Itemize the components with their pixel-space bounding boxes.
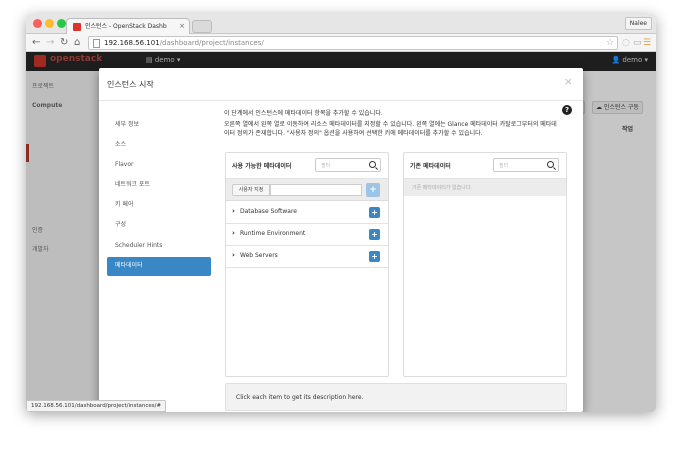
tab-title: 인스턴스 - OpenStack Dashb	[85, 23, 167, 30]
step-configuration[interactable]: 구성	[107, 216, 211, 234]
modal-close-icon[interactable]: ×	[564, 75, 573, 88]
existing-metadata-list: 기존 메타데이터가 없습니다.	[404, 179, 566, 196]
zoom-window-button[interactable]	[57, 19, 66, 28]
openstack-favicon-icon	[73, 23, 81, 31]
namespace-runtime-environment[interactable]: › Runtime Environment +	[226, 224, 388, 246]
project-menu[interactable]: ▤ demo ▾	[146, 56, 180, 64]
modal-title: 인스턴스 시작	[107, 80, 154, 89]
menu-icon[interactable]: ☰	[643, 36, 651, 50]
reload-icon[interactable]: ↻	[60, 35, 68, 51]
custom-key-input[interactable]	[270, 184, 362, 196]
custom-metadata-row: 사용자 지정 +	[226, 179, 388, 201]
search-icon-handle	[552, 167, 557, 171]
help-icon[interactable]: ?	[562, 105, 572, 115]
available-metadata-title: 사용 가능한 메타데이터	[232, 163, 292, 170]
browser-tab[interactable]: 인스턴스 - OpenStack Dashb ×	[66, 18, 190, 34]
sidebar-active-marker	[26, 144, 29, 162]
browser-toolbar: ← → ↻ ⌂ 192.168.56.101/dashboard/project…	[26, 34, 656, 52]
namespace-database-software[interactable]: › Database Software +	[226, 202, 388, 224]
minimize-window-button[interactable]	[45, 19, 54, 28]
namespace-web-servers[interactable]: › Web Servers +	[226, 246, 388, 268]
existing-filter-input[interactable]: 필터	[493, 158, 559, 172]
new-tab-button[interactable]	[192, 20, 212, 33]
background-sidebar: 프로젝트 Compute 인증 개발자	[26, 71, 102, 412]
launch-instance-modal: 인스턴스 시작 × 세부 정보 소스 Flavor 네트워크 포트 키 페어 구…	[99, 68, 583, 412]
openstack-logo-icon	[34, 55, 46, 67]
step-scheduler-hints[interactable]: Scheduler Hints	[107, 237, 211, 255]
sidebar-identity[interactable]: 인증	[32, 225, 43, 234]
available-filter-placeholder: 필터	[321, 163, 331, 169]
sidebar-developer[interactable]: 개발자	[32, 244, 49, 253]
openstack-brand[interactable]: openstack	[50, 54, 102, 64]
add-namespace-button[interactable]: +	[369, 229, 380, 240]
namespace-label: Database Software	[240, 208, 297, 215]
metadata-instructions: 오른쪽 열에서 왼쪽 열로 이동하여 리소스 메타데이터를 지정할 수 있습니다…	[224, 121, 557, 137]
close-window-button[interactable]	[33, 19, 42, 28]
address-bar[interactable]: 192.168.56.101/dashboard/project/instanc…	[88, 36, 618, 50]
home-icon[interactable]: ⌂	[74, 35, 80, 51]
user-menu[interactable]: 👤 demo ▾	[611, 56, 648, 64]
step-key-pair[interactable]: 키 페어	[107, 196, 211, 214]
available-metadata-panel: 사용 가능한 메타데이터 필터 사용자 지정 + › Database Soft…	[225, 152, 389, 377]
existing-filter-placeholder: 필터	[499, 163, 509, 169]
tab-close-icon[interactable]: ×	[179, 19, 185, 34]
add-namespace-button[interactable]: +	[369, 207, 380, 218]
url-text: 192.168.56.101/dashboard/project/instanc…	[104, 37, 264, 50]
extension-icon[interactable]: ◌	[622, 36, 630, 50]
back-icon[interactable]: ←	[32, 35, 40, 51]
step-source[interactable]: 소스	[107, 136, 211, 154]
search-icon-handle	[374, 167, 379, 171]
step-network-ports[interactable]: 네트워크 포트	[107, 176, 211, 194]
description-box: Click each item to get its description h…	[225, 383, 567, 411]
browser-window: 인스턴스 - OpenStack Dashb × Nalee ← → ↻ ⌂ 1…	[26, 14, 656, 412]
sidebar-project[interactable]: 프로젝트	[32, 81, 54, 90]
browser-titlebar: 인스턴스 - OpenStack Dashb × Nalee	[26, 14, 656, 34]
chevron-right-icon: ›	[232, 251, 235, 259]
chevron-right-icon: ›	[232, 229, 235, 237]
forward-icon[interactable]: →	[46, 35, 54, 51]
existing-metadata-title: 기존 메타데이터	[410, 163, 451, 170]
launch-instance-button[interactable]: ☁ 인스턴스 구동	[592, 101, 643, 114]
step-flavor[interactable]: Flavor	[107, 156, 211, 174]
modal-divider	[99, 100, 583, 101]
custom-label: 사용자 지정	[232, 184, 270, 196]
status-bar: 192.168.56.101/dashboard/project/instanc…	[26, 400, 167, 412]
url-path: /dashboard/project/instances/	[159, 39, 264, 47]
cast-icon[interactable]: ▭	[633, 36, 642, 50]
column-header-actions: 작업	[622, 126, 634, 133]
sidebar-compute[interactable]: Compute	[32, 102, 62, 109]
page-content: openstack ▤ demo ▾ 👤 demo ▾ 프로젝트 Compute…	[26, 52, 656, 412]
page-icon	[93, 39, 100, 48]
empty-message: 기존 메타데이터가 없습니다.	[412, 185, 472, 191]
profile-button[interactable]: Nalee	[624, 17, 652, 30]
metadata-intro: 이 단계에서 인스턴스에 메타데이터 항목을 추가할 수 있습니다.	[224, 110, 383, 117]
existing-metadata-panel: 기존 메타데이터 필터 기존 메타데이터가 없습니다.	[403, 152, 567, 377]
add-namespace-button[interactable]: +	[369, 251, 380, 262]
chevron-right-icon: ›	[232, 207, 235, 215]
available-filter-input[interactable]: 필터	[315, 158, 381, 172]
namespace-label: Web Servers	[240, 252, 278, 259]
custom-add-button[interactable]: +	[366, 183, 380, 197]
step-metadata[interactable]: 메타데이터	[107, 257, 211, 276]
url-host: 192.168.56.101	[104, 39, 160, 47]
description-text: Click each item to get its description h…	[236, 394, 364, 401]
step-details[interactable]: 세부 정보	[107, 116, 211, 134]
bookmark-star-icon[interactable]: ☆	[606, 36, 614, 50]
namespace-label: Runtime Environment	[240, 230, 306, 237]
